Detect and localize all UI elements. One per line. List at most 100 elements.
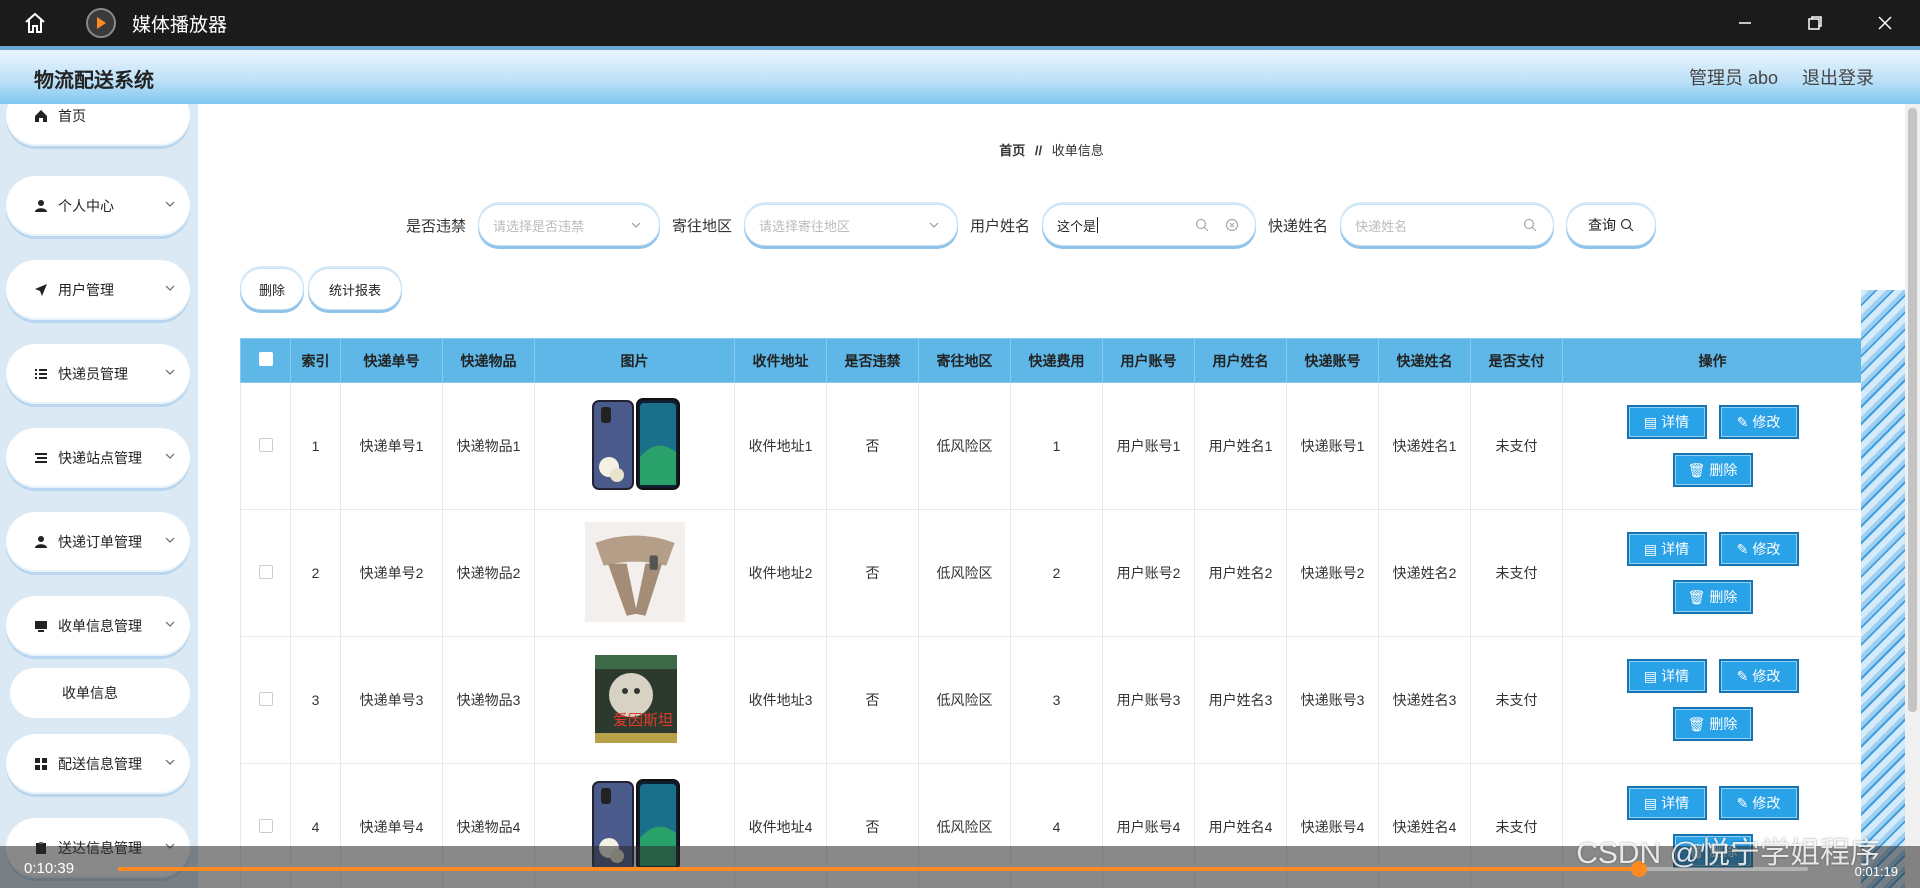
trash-icon: 🗑 (1687, 461, 1706, 478)
search-icon (1195, 218, 1209, 232)
sidebar: 首页 个人中心 用户管理 快递员管理 快递站点管理 快递订单管理 收单信息管理 … (0, 104, 198, 888)
sidebar-item-delivery[interactable]: 配送信息管理 (6, 734, 190, 794)
chevron-down-icon (165, 201, 175, 207)
user-icon (32, 197, 50, 215)
cell-region: 低风险区 (918, 382, 1011, 510)
sidebar-item-orders[interactable]: 快递订单管理 (6, 512, 190, 572)
search-icon (1620, 218, 1634, 232)
send-icon (32, 281, 50, 299)
edit-button[interactable]: ✎ 修改 (1718, 786, 1799, 820)
restore-button[interactable] (1780, 0, 1850, 46)
product-image-book: 爱因斯坦 (594, 654, 677, 743)
row-select-cell[interactable] (240, 509, 291, 637)
progress-bar[interactable] (118, 861, 1808, 877)
close-icon (1878, 16, 1892, 30)
courier-filter-label: 快递姓名 (1268, 217, 1329, 235)
edit-button[interactable]: ✎ 修改 (1718, 659, 1799, 693)
current-user: 管理员 abo (1688, 68, 1778, 88)
cell-account: 用户账号1 (1102, 382, 1195, 510)
detail-button-label: 详情 (1661, 414, 1690, 430)
decorative-stripes (1861, 290, 1905, 888)
batch-delete-button[interactable]: 删除 (240, 268, 304, 310)
detail-button-label: 详情 (1661, 668, 1690, 684)
home-button[interactable] (0, 0, 70, 46)
violation-select[interactable]: 请选择是否违禁 (478, 204, 661, 246)
brand-title: 物流配送系统 (34, 70, 154, 92)
cell-courier-account: 快递账号1 (1286, 382, 1379, 510)
row-select-cell[interactable] (240, 382, 291, 510)
cell-address: 收件地址2 (734, 509, 827, 637)
report-button[interactable]: 统计报表 (308, 268, 402, 310)
sidebar-item-stations[interactable]: 快递站点管理 (6, 428, 190, 488)
row-checkbox[interactable] (258, 691, 273, 706)
table-row: 3 快递单号3 快递物品3 爱因斯坦 收件地址3 否低风险区 3 用户账号3 用户姓名3 快递账号… (240, 636, 1863, 764)
product-image-phone (591, 397, 680, 490)
cell-account: 用户账号3 (1102, 636, 1195, 764)
cell-item: 快递物品3 (442, 636, 535, 764)
cell-tracking: 快递单号2 (340, 509, 443, 637)
cell-fee: 1 (1010, 382, 1103, 510)
image-cell (534, 382, 735, 510)
search-icon (1523, 218, 1537, 232)
scrollbar-thumb[interactable] (1908, 108, 1917, 712)
column-header: 是否违禁 (826, 338, 919, 383)
edit-icon: ✎ (1736, 413, 1749, 430)
delete-button[interactable]: 🗑删除 (1672, 580, 1753, 614)
edit-button[interactable]: ✎ 修改 (1718, 405, 1799, 439)
chevron-down-icon (165, 369, 175, 375)
product-image-massager (584, 521, 685, 622)
column-header: 用户姓名 (1194, 338, 1287, 383)
select-all-checkbox[interactable] (258, 352, 273, 366)
sidebar-item-couriers[interactable]: 快递员管理 (6, 344, 190, 404)
edit-button-label: 修改 (1752, 414, 1781, 430)
column-header: 索引 (290, 338, 341, 383)
courier-name-input[interactable]: 快递姓名 (1340, 204, 1555, 246)
sidebar-item-home[interactable]: 首页 (6, 104, 190, 146)
detail-button[interactable]: ▤ 详情 (1626, 532, 1707, 566)
detail-button[interactable]: ▤ 详情 (1626, 659, 1707, 693)
select-all-cell[interactable] (240, 338, 291, 383)
delete-button-label: 删除 (1709, 462, 1738, 478)
sidebar-item-receipts[interactable]: 收单信息管理 (6, 596, 190, 656)
delete-button[interactable]: 🗑删除 (1672, 707, 1753, 741)
close-button[interactable] (1850, 0, 1920, 46)
progress-fill (118, 867, 1639, 871)
username-input[interactable]: 这个是 (1042, 204, 1257, 246)
delete-button[interactable]: 🗑删除 (1672, 453, 1753, 487)
sidebar-item-profile[interactable]: 个人中心 (6, 176, 190, 236)
operations-cell: ▤详情 ✎修改 🗑删除 (1562, 382, 1863, 510)
player-titlebar: 媒体播放器 (0, 0, 1920, 46)
column-header: 快递姓名 (1378, 338, 1471, 383)
breadcrumb: 首页 // 收单信息 (198, 140, 1905, 159)
document-icon: ▤ (1643, 667, 1658, 684)
cell-username: 用户姓名3 (1194, 636, 1287, 764)
breadcrumb-home[interactable]: 首页 (999, 143, 1025, 158)
minimize-button[interactable] (1710, 0, 1780, 46)
region-select[interactable]: 请选择寄往地区 (744, 204, 959, 246)
sidebar-item-label: 快递站点管理 (58, 450, 142, 466)
cell-courier-name: 快递姓名1 (1378, 382, 1471, 510)
column-header: 收件地址 (734, 338, 827, 383)
cell-fee: 2 (1010, 509, 1103, 637)
row-checkbox[interactable] (258, 564, 273, 579)
detail-button[interactable]: ▤ 详情 (1626, 405, 1707, 439)
cell-region: 低风险区 (918, 636, 1011, 764)
query-button[interactable]: 查询 (1566, 204, 1657, 246)
edit-button[interactable]: ✎ 修改 (1718, 532, 1799, 566)
filter-bar: 是否违禁 请选择是否违禁 寄往地区 请选择寄往地区 用户姓名 这个是 快递姓名 … (406, 204, 1657, 246)
clear-icon[interactable] (1225, 218, 1239, 232)
logout-link[interactable]: 退出登录 (1802, 64, 1874, 90)
cell-paid: 未支付 (1470, 509, 1563, 637)
region-select-placeholder: 请选择寄往地区 (759, 218, 851, 234)
trash-icon: 🗑 (1687, 715, 1706, 732)
detail-button[interactable]: ▤ 详情 (1626, 786, 1707, 820)
row-checkbox[interactable] (258, 818, 273, 833)
row-select-cell[interactable] (240, 636, 291, 764)
image-cell (534, 509, 735, 637)
sidebar-subitem-receipt-info[interactable]: 收单信息 (10, 668, 190, 718)
row-checkbox[interactable] (258, 437, 273, 452)
table-row: 2 快递单号2 快递物品2 收件地址2 否低风险区 2 用户账号2 用户姓名2 快递账号2 快递姓… (240, 509, 1863, 637)
sidebar-item-users[interactable]: 用户管理 (6, 260, 190, 320)
cell-region: 低风险区 (918, 509, 1011, 637)
app-header: 物流配送系统 管理员 abo 退出登录 (0, 46, 1920, 104)
